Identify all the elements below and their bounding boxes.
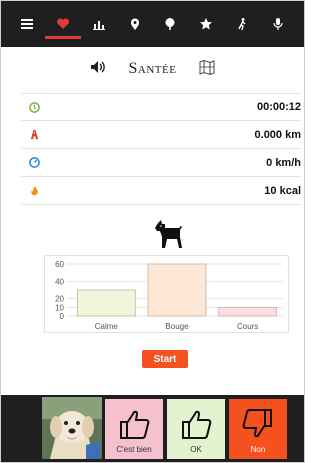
activity-chart-svg: 01020 40 60 Calme Bouge Cours <box>55 260 283 331</box>
top-nav-bar <box>1 1 304 47</box>
chart-bar-cours <box>218 306 278 317</box>
chart-bar-bouge <box>147 263 207 317</box>
nav-menu[interactable] <box>13 1 41 47</box>
page-header: Santée <box>1 53 304 85</box>
dog-icon <box>152 219 186 249</box>
nav-stats[interactable] <box>85 1 113 47</box>
activity-chart: 0 10 20 40 60 Calme Bouge Cours <box>44 255 289 333</box>
chart-x-tick-label: Calme <box>95 322 119 331</box>
app-frame: Santée 00:00:12 0.000 km 0 km/h 10 kcal … <box>0 0 305 463</box>
menu-icon <box>20 19 33 29</box>
stat-row-distance: 0.000 km <box>21 121 301 149</box>
tree-icon <box>165 18 175 30</box>
map-icon <box>199 59 215 75</box>
thumbs-down-icon <box>242 409 272 438</box>
microphone-icon <box>273 18 283 30</box>
map-button[interactable] <box>198 58 216 81</box>
speaker-icon <box>90 60 105 73</box>
nav-tree[interactable] <box>156 1 184 47</box>
star-icon <box>200 18 213 30</box>
feedback-ok-button[interactable]: OK <box>167 399 225 459</box>
chart-y-tick-label: 0 <box>60 312 65 321</box>
chart-y-tick-label: 60 <box>55 260 64 269</box>
stat-row-duration: 00:00:12 <box>21 93 301 121</box>
speed-value: 0 km/h <box>266 156 301 169</box>
feedback-no-button[interactable]: Non <box>229 399 287 459</box>
flame-icon <box>29 185 40 196</box>
stats-list: 00:00:12 0.000 km 0 km/h 10 kcal <box>21 93 301 205</box>
nav-location[interactable] <box>121 1 149 47</box>
heart-icon <box>56 18 69 29</box>
speaker-button[interactable] <box>89 58 107 81</box>
feedback-good-button[interactable]: C'est bien <box>105 399 163 459</box>
stat-row-calories: 10 kcal <box>21 177 301 205</box>
chart-bar-calme <box>76 289 136 317</box>
page-title: Santée <box>128 60 177 77</box>
thumbs-up-icon <box>120 410 150 439</box>
feedback-good-label: C'est bien <box>116 445 152 454</box>
walker-icon <box>238 18 246 31</box>
chart-x-tick-label: Bouge <box>165 322 189 331</box>
stats-icon <box>92 21 105 30</box>
stat-row-speed: 0 km/h <box>21 149 301 177</box>
chart-y-tick-label: 40 <box>55 277 64 286</box>
calories-value: 10 kcal <box>264 184 301 197</box>
nav-walk[interactable] <box>228 1 256 47</box>
feedback-no-label: Non <box>250 445 266 454</box>
dog-avatar <box>42 397 102 459</box>
timer-icon <box>29 101 40 113</box>
nav-favorites[interactable] <box>192 1 220 47</box>
feedback-ok-label: OK <box>190 445 202 454</box>
road-icon <box>29 129 40 140</box>
nav-health[interactable] <box>44 1 81 47</box>
chart-x-tick-label: Cours <box>237 322 258 331</box>
start-button[interactable]: Start <box>142 350 188 368</box>
duration-value: 00:00:12 <box>256 101 301 113</box>
nav-voice[interactable] <box>264 1 292 47</box>
thumbs-up-icon <box>182 410 212 439</box>
location-pin-icon <box>130 18 139 30</box>
chart-y-tick-label: 10 <box>55 303 64 312</box>
chart-y-tick-label: 20 <box>55 295 64 304</box>
speedometer-icon <box>29 157 40 168</box>
distance-value: 0.000 km <box>254 128 301 141</box>
